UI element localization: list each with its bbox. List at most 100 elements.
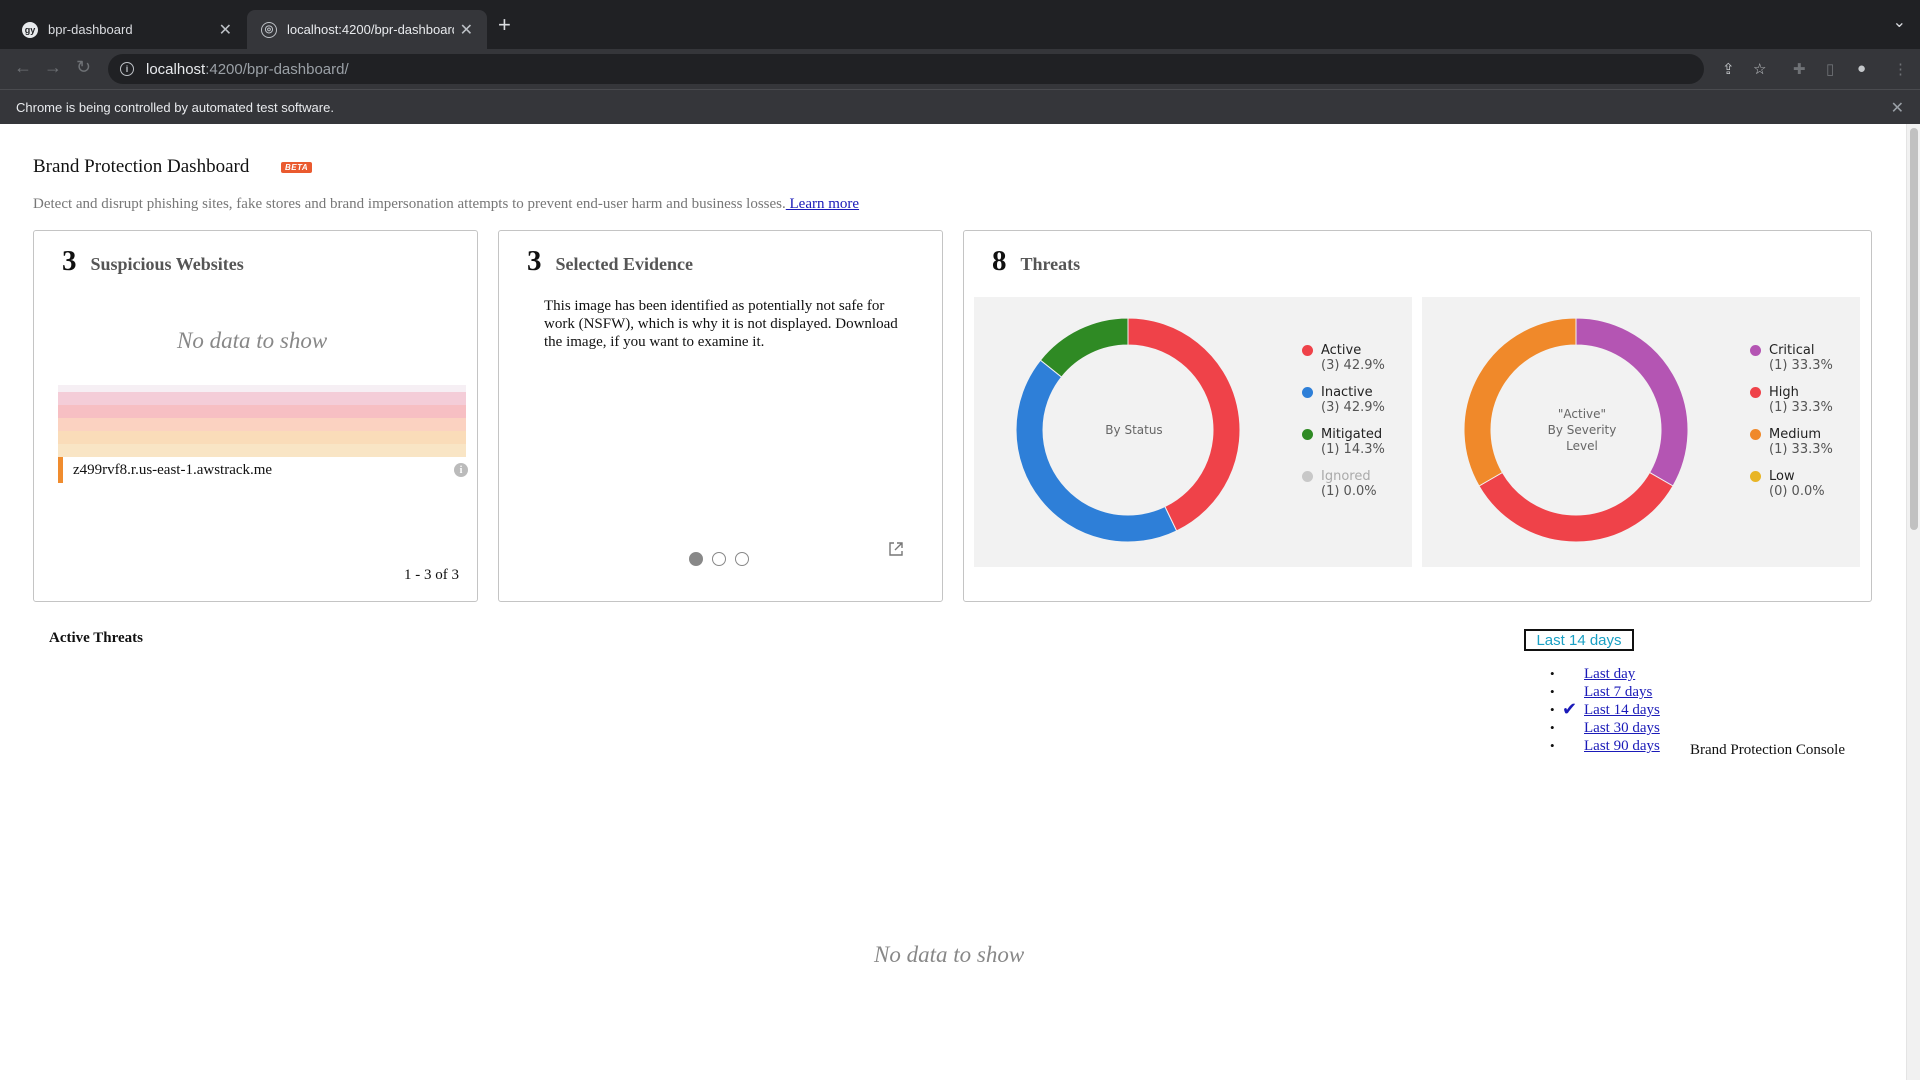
legend-label: High — [1750, 385, 1833, 400]
url-host: localhost — [146, 60, 206, 78]
close-tab-icon[interactable]: ✕ — [219, 20, 232, 40]
donut-center-label: By Severity — [1548, 423, 1617, 437]
chevron-down-icon[interactable]: ⌄ — [1893, 12, 1906, 32]
checkmark-icon: ✔ — [1562, 699, 1578, 719]
legend-dot-icon — [1302, 429, 1313, 440]
star-icon[interactable]: ☆ — [1753, 60, 1766, 78]
url-path: :4200/bpr-dashboard/ — [205, 60, 349, 78]
legend-category: Active — [1321, 343, 1362, 358]
app-favicon-icon: gy — [22, 21, 38, 38]
close-icon[interactable]: ✕ — [1891, 98, 1904, 118]
time-range-menu: Last day Last 7 days ✔ Last 14 days Last 30 … — [1550, 666, 1660, 756]
reload-icon[interactable]: ↻ — [76, 57, 91, 78]
legend-label: Active — [1302, 343, 1385, 358]
time-range-link[interactable]: Last 14 days — [1584, 702, 1660, 718]
donut-slice-inactive[interactable] — [1015, 359, 1178, 543]
description-text: Detect and disrupt phishing sites, fake … — [33, 196, 786, 212]
legend-category: Low — [1769, 469, 1795, 484]
carousel-dots — [689, 552, 749, 566]
forward-icon[interactable]: → — [44, 57, 62, 78]
legend-label: Inactive — [1302, 385, 1385, 400]
time-range-button[interactable]: Last 14 days — [1524, 629, 1634, 651]
profile-icon[interactable]: ● — [1857, 60, 1866, 77]
info-icon[interactable]: i — [454, 463, 468, 477]
site-info-icon[interactable]: i — [120, 62, 134, 76]
browser-toolbar: ← → ↻ i localhost:4200/bpr-dashboard/ ⇪ … — [0, 49, 1920, 89]
address-bar[interactable]: i localhost:4200/bpr-dashboard/ — [108, 54, 1704, 84]
page-description: Detect and disrupt phishing sites, fake … — [33, 196, 859, 213]
globe-icon: ◎ — [261, 21, 277, 38]
brand-protection-console-label: Brand Protection Console — [1690, 742, 1845, 758]
nsfw-message: This image has been identified as potent… — [544, 298, 898, 350]
browser-tab[interactable]: gy bpr-dashboard ✕ — [8, 10, 246, 49]
legend-dot-icon — [1750, 345, 1761, 356]
suspicious-count: 3 — [62, 245, 77, 277]
legend-category: Medium — [1769, 427, 1821, 442]
severity-stack — [58, 385, 466, 457]
page-scrollbar[interactable] — [1906, 124, 1920, 1080]
donut-slice-mitigated[interactable] — [1039, 317, 1129, 378]
open-external-icon[interactable] — [888, 541, 904, 557]
severity-stack-row — [58, 405, 466, 418]
legend-item[interactable]: Critical (1) 33.3% — [1750, 343, 1833, 373]
severity-stack-row — [58, 444, 466, 457]
legend-value: (1) 33.3% — [1769, 442, 1833, 457]
browser-tab-active[interactable]: ◎ localhost:4200/bpr-dashboard/ ✕ — [247, 10, 487, 49]
back-icon[interactable]: ← — [14, 57, 32, 78]
legend-item[interactable]: Inactive (3) 42.9% — [1302, 385, 1385, 415]
time-range-option: Last day — [1550, 666, 1660, 684]
legend-label: Ignored — [1302, 469, 1385, 484]
menu-icon[interactable]: ⋮ — [1893, 60, 1908, 78]
legend-dot-icon — [1750, 471, 1761, 482]
legend-value: (0) 0.0% — [1769, 484, 1825, 499]
page-title: Brand Protection Dashboard — [33, 156, 250, 177]
threats-card: 8 Threats By Status Active (3) 42.9% Inact… — [963, 230, 1872, 602]
legend-item[interactable]: Active (3) 42.9% — [1302, 343, 1385, 373]
legend-item[interactable]: Low (0) 0.0% — [1750, 469, 1833, 499]
legend-item[interactable]: Medium (1) 33.3% — [1750, 427, 1833, 457]
new-tab-icon[interactable]: + — [498, 12, 511, 38]
time-range-link[interactable]: Last 30 days — [1584, 720, 1660, 736]
dashboard-page: Brand Protection Dashboard BETA Detect a… — [0, 124, 1920, 1080]
time-range-link[interactable]: Last 7 days — [1584, 684, 1652, 700]
close-tab-icon[interactable]: ✕ — [460, 20, 473, 40]
donut-slice-high[interactable] — [1478, 471, 1674, 543]
legend-item[interactable]: Ignored (1) 0.0% — [1302, 469, 1385, 499]
severity-chart-panel: "Active" By Severity Level Critical (1) 33.… — [1422, 297, 1860, 567]
legend-label: Mitigated — [1302, 427, 1385, 442]
no-data-message: No data to show — [874, 942, 1025, 967]
carousel-dot[interactable] — [735, 552, 749, 566]
suspicious-websites-card: 3 Suspicious Websites No data to show z4… — [33, 230, 478, 602]
extensions-icon[interactable]: ✚ — [1793, 60, 1806, 78]
donut-slice-medium[interactable] — [1463, 317, 1577, 487]
share-icon[interactable]: ⇪ — [1722, 60, 1735, 78]
legend-label: Low — [1750, 469, 1833, 484]
no-data-message: No data to show — [177, 328, 328, 353]
beta-badge: BETA — [281, 162, 313, 173]
legend-value: (3) 42.9% — [1321, 358, 1385, 373]
legend-item[interactable]: Mitigated (1) 14.3% — [1302, 427, 1385, 457]
status-legend: Active (3) 42.9% Inactive (3) 42.9% Mitigate… — [1302, 343, 1385, 511]
evidence-count: 3 — [527, 245, 542, 277]
severity-stack-row — [58, 418, 466, 431]
scrollbar-thumb[interactable] — [1910, 128, 1918, 530]
tab-title: localhost:4200/bpr-dashboard/ — [287, 22, 454, 37]
severity-stack-row — [58, 431, 466, 444]
carousel-dot[interactable] — [689, 552, 703, 566]
learn-more-link[interactable]: Learn more — [786, 196, 860, 212]
donut-slice-critical[interactable] — [1575, 317, 1689, 487]
sidepanel-icon[interactable]: ▯ — [1826, 60, 1834, 78]
card-header: 3 Suspicious Websites — [62, 245, 244, 278]
time-range-link[interactable]: Last 90 days — [1584, 738, 1660, 754]
time-range-option: Last 30 days — [1550, 720, 1660, 738]
time-range-link[interactable]: Last day — [1584, 666, 1635, 682]
legend-label: Medium — [1750, 427, 1833, 442]
donut-center-label: "Active" — [1558, 407, 1606, 421]
legend-label: Critical — [1750, 343, 1833, 358]
card-label: Suspicious Websites — [90, 254, 244, 274]
browser-tabstrip: gy bpr-dashboard ✕ ◎ localhost:4200/bpr-… — [0, 0, 1920, 49]
carousel-dot[interactable] — [712, 552, 726, 566]
threats-count: 8 — [992, 245, 1007, 277]
legend-item[interactable]: High (1) 33.3% — [1750, 385, 1833, 415]
suspicious-site-item[interactable]: z499rvf8.r.us-east-1.awstrack.me i — [58, 457, 468, 483]
